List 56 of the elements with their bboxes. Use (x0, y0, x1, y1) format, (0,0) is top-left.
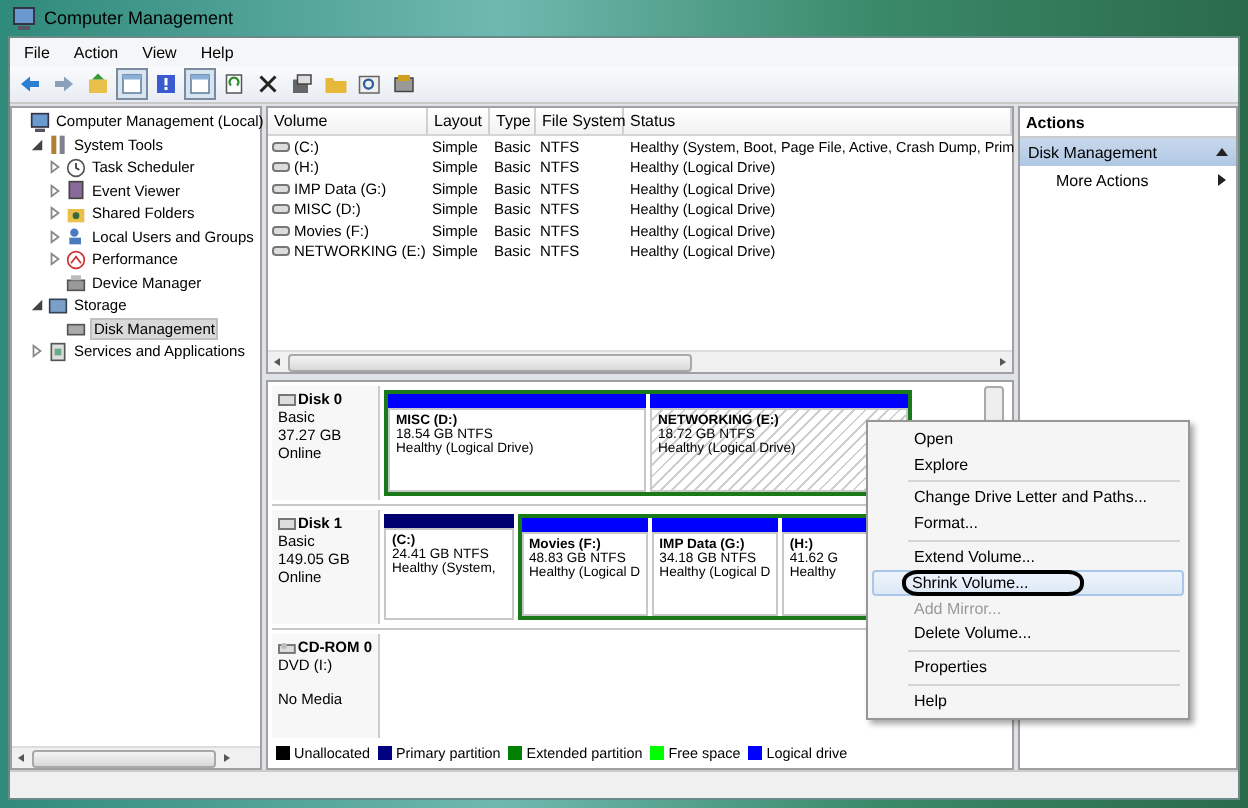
collapse-arrow-icon[interactable] (30, 298, 44, 313)
panel-icon (188, 72, 212, 96)
menu-item[interactable]: Help (872, 688, 1184, 714)
submenu-arrow-icon (1216, 174, 1228, 186)
menu-item[interactable]: Shrink Volume... (872, 569, 1184, 596)
drive-icon (278, 517, 296, 529)
menu-item[interactable]: File (14, 43, 60, 61)
properties-icon (290, 72, 314, 96)
window-title: Computer Management (44, 8, 234, 28)
refresh-icon (222, 72, 246, 96)
up-icon (86, 72, 110, 96)
perf-icon (66, 249, 86, 270)
panel-icon (120, 72, 144, 96)
column-header[interactable]: File System (536, 108, 624, 134)
close-icon (256, 72, 280, 96)
scroll-left-icon[interactable] (272, 356, 284, 368)
drive-icon (278, 393, 296, 405)
scrollbar-thumb[interactable] (288, 353, 692, 371)
users-icon (66, 226, 86, 247)
scroll-right-icon[interactable] (996, 356, 1008, 368)
column-header[interactable]: Status (624, 108, 1012, 134)
expand-arrow-icon[interactable] (48, 160, 62, 175)
tools-icon (48, 134, 68, 155)
menu-item[interactable]: Properties (872, 654, 1184, 681)
clock-icon (66, 157, 86, 178)
cd-drive-icon (278, 641, 296, 653)
menu-item[interactable]: Help (190, 43, 244, 61)
forward-icon (52, 72, 76, 96)
scroll-right-icon[interactable] (220, 752, 232, 764)
expand-arrow-icon[interactable] (48, 252, 62, 267)
event-icon (66, 180, 86, 201)
menu-item[interactable]: Action (63, 43, 129, 61)
expand-arrow-icon[interactable] (48, 229, 62, 244)
expand-arrow-icon[interactable] (30, 344, 44, 359)
back-icon (18, 72, 42, 96)
computer-icon (12, 6, 36, 30)
expand-arrow-icon[interactable] (48, 183, 62, 198)
collapse-arrow-icon[interactable] (30, 137, 44, 152)
menu-item[interactable]: View (132, 43, 187, 61)
scrollbar-thumb[interactable] (32, 749, 216, 767)
services-icon (48, 341, 68, 362)
scroll-left-icon[interactable] (16, 752, 28, 764)
expand-arrow-icon[interactable] (48, 206, 62, 221)
storage-icon (48, 295, 68, 316)
column-header[interactable]: Volume (268, 108, 428, 134)
device-icon (66, 272, 86, 293)
actions-section[interactable]: Disk Management (1020, 138, 1236, 166)
action-item[interactable]: More Actions (1020, 166, 1236, 194)
column-header[interactable]: Type (490, 108, 536, 134)
share-icon (66, 203, 86, 224)
menu-item[interactable]: Format... (872, 510, 1184, 537)
menu-item[interactable]: Delete Volume... (872, 621, 1184, 647)
computer-icon (30, 111, 50, 132)
collapse-arrow-icon[interactable] (1216, 146, 1228, 158)
column-header[interactable]: Layout (428, 108, 490, 134)
folder-icon (324, 72, 348, 96)
